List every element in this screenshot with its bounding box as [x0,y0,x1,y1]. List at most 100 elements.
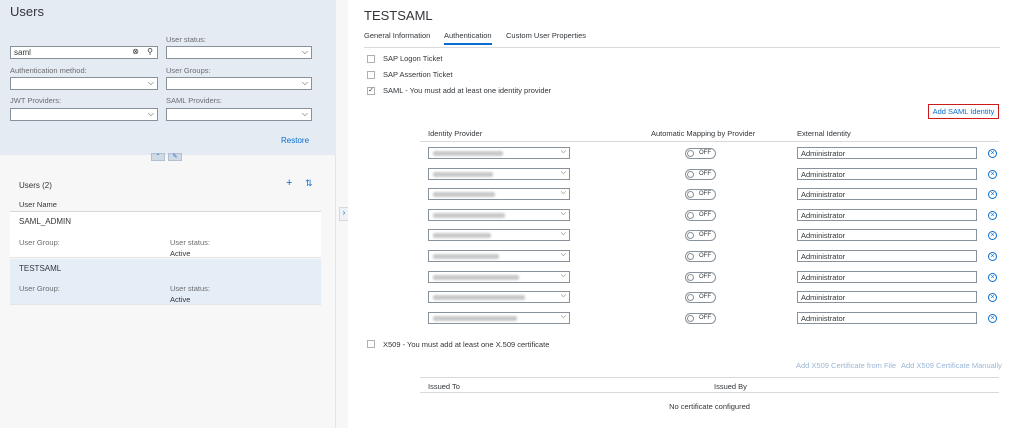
external-identity-input[interactable]: Administrator [797,250,977,262]
saml-table-header: Identity Provider Automatic Mapping by P… [420,124,999,142]
remove-icon[interactable]: × [988,313,997,323]
auto-mapping-toggle[interactable]: OFF [685,168,716,180]
toggle-knob [687,150,694,157]
clear-icon[interactable]: ⊗ [132,47,139,56]
toggle-label: OFF [699,273,711,280]
auto-mapping-toggle[interactable]: OFF [685,189,716,201]
remove-icon[interactable]: × [988,293,997,303]
redacted-provider-name [433,192,495,198]
user-groups-label: User Groups: [166,66,211,75]
identity-provider-select[interactable]: ⌵ [428,147,570,159]
redacted-provider-name [433,274,519,280]
restore-link[interactable]: Restore [281,136,309,145]
tab-authentication[interactable]: Authentication [444,31,492,45]
toggle-label: OFF [699,170,711,177]
identity-provider-select[interactable]: ⌵ [428,270,570,283]
user-status-value: Active [170,249,191,258]
remove-icon[interactable]: × [988,231,997,241]
remove-icon[interactable]: × [988,252,997,261]
assertion-ticket-checkbox[interactable] [367,71,375,79]
external-identity-input[interactable]: Administrator [797,188,977,201]
filter-bar: Users saml ⊗ ⚲ User status: ⌵ Authentica… [0,0,336,155]
auth-method-label: Authentication method: [10,66,87,75]
external-identity-input[interactable]: Administrator [797,167,977,180]
auto-mapping-toggle[interactable]: OFF [685,251,716,262]
redacted-provider-name [433,151,503,156]
user-list-header: User Name [10,196,321,212]
user-name: SAML_ADMIN [19,217,72,226]
toggle-label: OFF [699,211,711,218]
auto-mapping-toggle[interactable]: OFF [685,292,716,304]
chevron-down-icon: ⌵ [560,168,566,176]
user-groups-select[interactable]: ⌵ [166,77,312,90]
identity-provider-select[interactable]: ⌵ [428,188,570,201]
chevron-down-icon: ⌵ [301,47,308,56]
add-x509-manually-link[interactable]: Add X509 Certificate Manually [901,361,1002,370]
add-saml-identity-button[interactable]: Add SAML Identity [928,104,999,119]
user-group-label: User Group: [19,284,60,293]
auto-mapping-toggle[interactable]: OFF [685,230,716,242]
user-name: TESTSAML [19,264,62,273]
auto-mapping-toggle[interactable]: OFF [685,312,716,324]
search-icon[interactable]: ⚲ [147,47,153,56]
external-identity-input[interactable]: Administrator [797,208,977,221]
chevron-down-icon: ⌵ [560,271,566,279]
remove-icon[interactable]: × [988,272,997,282]
toggle-knob [687,294,694,302]
toggle-knob [687,232,694,240]
logon-ticket-checkbox[interactable] [367,55,375,63]
identity-provider-select[interactable]: ⌵ [428,167,570,180]
logon-ticket-label: SAP Logon Ticket [383,54,443,63]
user-status-select[interactable]: ⌵ [166,46,312,59]
remove-icon[interactable]: × [988,190,997,200]
redacted-provider-name [433,212,505,218]
user-row-saml-admin[interactable]: SAML_ADMIN User Group: User status: Acti… [10,212,321,258]
auto-mapping-toggle[interactable]: OFF [685,271,716,283]
chevron-down-icon: ⌵ [560,209,566,217]
check-icon: ✓ [368,87,374,94]
external-identity-input[interactable]: Administrator [797,291,977,304]
add-x509-from-file-link[interactable]: Add X509 Certificate from File [796,361,896,370]
pin-icon[interactable]: ✎ [168,153,182,161]
search-input[interactable]: saml ⊗ ⚲ [10,46,158,59]
detail-title: TESTSAML [364,8,433,23]
chevron-down-icon: ⌵ [301,78,308,87]
saml-providers-select[interactable]: ⌵ [166,108,312,121]
jwt-providers-select[interactable]: ⌵ [10,108,158,121]
remove-icon[interactable]: × [988,169,997,179]
saml-checkbox[interactable]: ✓ [367,87,375,95]
x509-checkbox[interactable] [367,340,375,348]
remove-icon[interactable]: × [988,210,997,220]
chevron-up-icon[interactable]: ⌃ [151,153,165,161]
user-list-panel: Users saml ⊗ ⚲ User status: ⌵ Authentica… [0,0,336,428]
auth-method-select[interactable]: ⌵ [10,77,158,90]
identity-provider-select[interactable]: ⌵ [428,208,570,221]
user-row-testsaml[interactable]: TESTSAML User Group: User status: Active [10,259,321,305]
auto-mapping-toggle[interactable]: OFF [685,209,716,221]
identity-provider-select[interactable]: ⌵ [428,291,570,304]
col-external-identity: External Identity [797,129,851,138]
toggle-label: OFF [699,191,711,198]
auto-mapping-toggle[interactable]: OFF [685,148,716,159]
add-icon[interactable]: + [286,177,292,189]
toggle-knob [687,191,694,199]
sort-icon[interactable]: ⇅ [305,178,313,189]
external-identity-input[interactable]: Administrator [797,147,977,159]
external-identity-input[interactable]: Administrator [797,311,977,324]
tab-general-information[interactable]: General Information [364,31,430,40]
redacted-provider-name [433,233,491,239]
external-identity-input[interactable]: Administrator [797,270,977,283]
user-group-label: User Group: [19,238,60,247]
tab-custom-user-properties[interactable]: Custom User Properties [506,31,586,40]
remove-icon[interactable]: × [988,149,997,158]
user-status-key: User status: [170,238,211,247]
identity-provider-select[interactable]: ⌵ [428,311,570,324]
identity-provider-select[interactable]: ⌵ [428,229,570,242]
toggle-knob [687,314,694,322]
chevron-down-icon: ⌵ [560,230,566,238]
user-status-key: User status: [170,284,211,293]
chevron-down-icon: ⌵ [147,78,154,87]
external-identity-input[interactable]: Administrator [797,229,977,242]
user-detail-panel: TESTSAML General Information Authenticat… [348,0,1024,428]
identity-provider-select[interactable]: ⌵ [428,250,570,262]
